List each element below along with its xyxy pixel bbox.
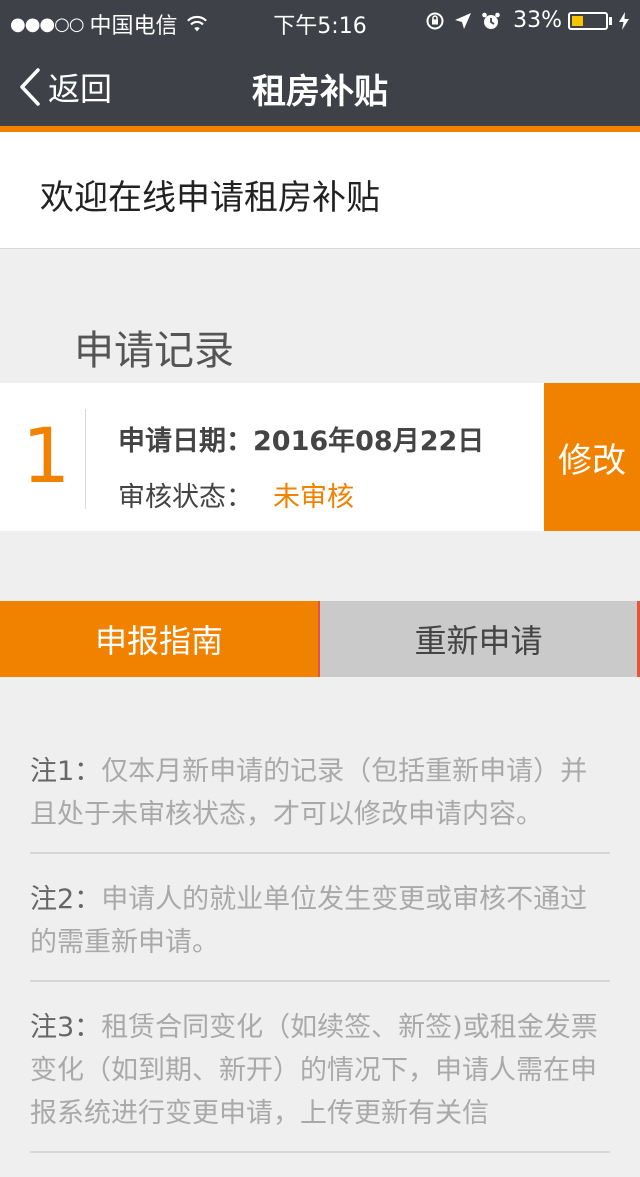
action-tabs: 申报指南 重新申请 (0, 601, 640, 677)
location-arrow-icon (455, 12, 472, 29)
orientation-lock-icon (426, 12, 444, 29)
note-text: 申请人的就业单位发生变更或审核不通过的需重新申请。 (30, 884, 588, 958)
navigation-bar: 返回 租房补贴 (0, 42, 640, 132)
record-status-label: 审核状态： (118, 482, 253, 513)
record-date-value: 2016年08月22日 (253, 426, 485, 457)
note-text: 仅本月新申请的记录（包括重新申请）并且处于未审核状态，才可以修改申请内容。 (30, 756, 588, 830)
page-title: 租房补贴 (252, 72, 388, 112)
edit-button[interactable]: 修改 (544, 383, 640, 531)
note-label: 注1： (30, 756, 102, 787)
record-status: 审核状态： 未审核 (118, 475, 354, 514)
note-item: 注3：租赁合同变化（如续签、新签)或租金发票变化（如到期、新开）的情况下，申请人… (30, 1006, 610, 1153)
note-label: 注2： (30, 884, 102, 915)
battery-percent: 33% (513, 8, 562, 33)
notes-list: 注1：仅本月新申请的记录（包括重新申请）并且处于未审核状态，才可以修改申请内容。… (30, 750, 610, 1177)
welcome-banner: 欢迎在线申请租房补贴 (0, 132, 640, 249)
battery-icon (568, 11, 608, 30)
record-status-value: 未审核 (273, 482, 354, 513)
guide-tab[interactable]: 申报指南 (0, 601, 320, 677)
charging-bolt-icon (619, 11, 629, 30)
record-item: 1 申请日期：2016年08月22日 审核状态： 未审核 修改 (0, 383, 640, 531)
welcome-text: 欢迎在线申请租房补贴 (40, 178, 380, 218)
battery-cap (609, 16, 612, 25)
note-item: 注2：申请人的就业单位发生变更或审核不通过的需重新申请。 (30, 878, 610, 982)
note-text: 租赁合同变化（如续签、新签)或租金发票变化（如到期、新开）的情况下，申请人需在申… (30, 1012, 598, 1129)
record-index: 1 (22, 411, 71, 500)
status-bar: ●●●○○ 中国电信 下午5:16 33% (0, 0, 640, 42)
note-label: 注3： (30, 1012, 102, 1043)
alarm-icon (482, 12, 500, 29)
record-date-label: 申请日期： (118, 426, 253, 457)
record-divider (85, 409, 86, 509)
note-item: 注1：仅本月新申请的记录（包括重新申请）并且处于未审核状态，才可以修改申请内容。 (30, 750, 610, 854)
record-date: 申请日期：2016年08月22日 (118, 419, 484, 458)
reapply-tab[interactable]: 重新申请 (320, 601, 640, 677)
records-section-title: 申请记录 (74, 328, 234, 374)
